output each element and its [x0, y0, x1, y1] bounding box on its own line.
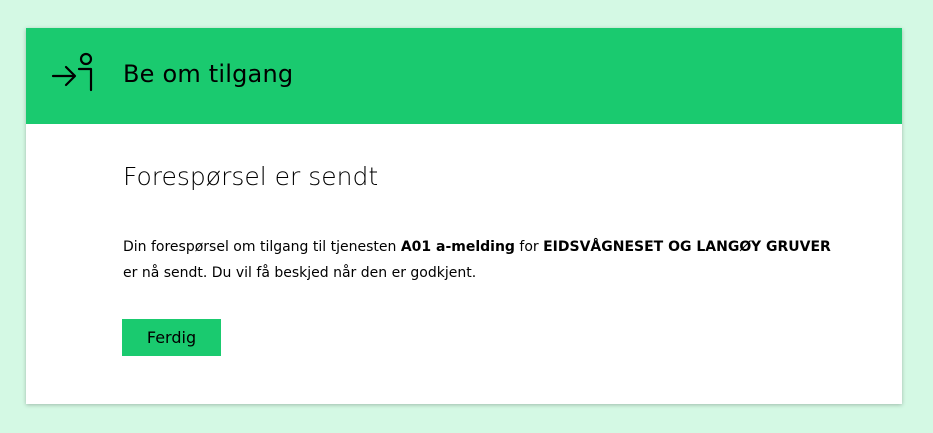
request-access-dialog: Be om tilgang Forespørsel er sendt Din f… — [26, 28, 902, 404]
done-button[interactable]: Ferdig — [122, 319, 221, 356]
message-text: er nå sendt. Du vil få beskjed når den e… — [123, 265, 477, 281]
confirmation-message: Din forespørsel om tilgang til tjenesten… — [123, 234, 843, 286]
dialog-title: Be om tilgang — [123, 60, 294, 88]
confirmation-heading: Forespørsel er sendt — [123, 162, 379, 191]
message-text: for — [514, 239, 544, 255]
enter-person-icon — [50, 50, 100, 100]
dialog-header: Be om tilgang — [26, 28, 902, 124]
message-text: Din forespørsel om tilgang til tjenesten — [123, 239, 401, 255]
organization-name: EIDSVÅGNESET OG LANGØY GRUVER — [543, 239, 831, 255]
service-name: A01 a-melding — [400, 239, 515, 255]
